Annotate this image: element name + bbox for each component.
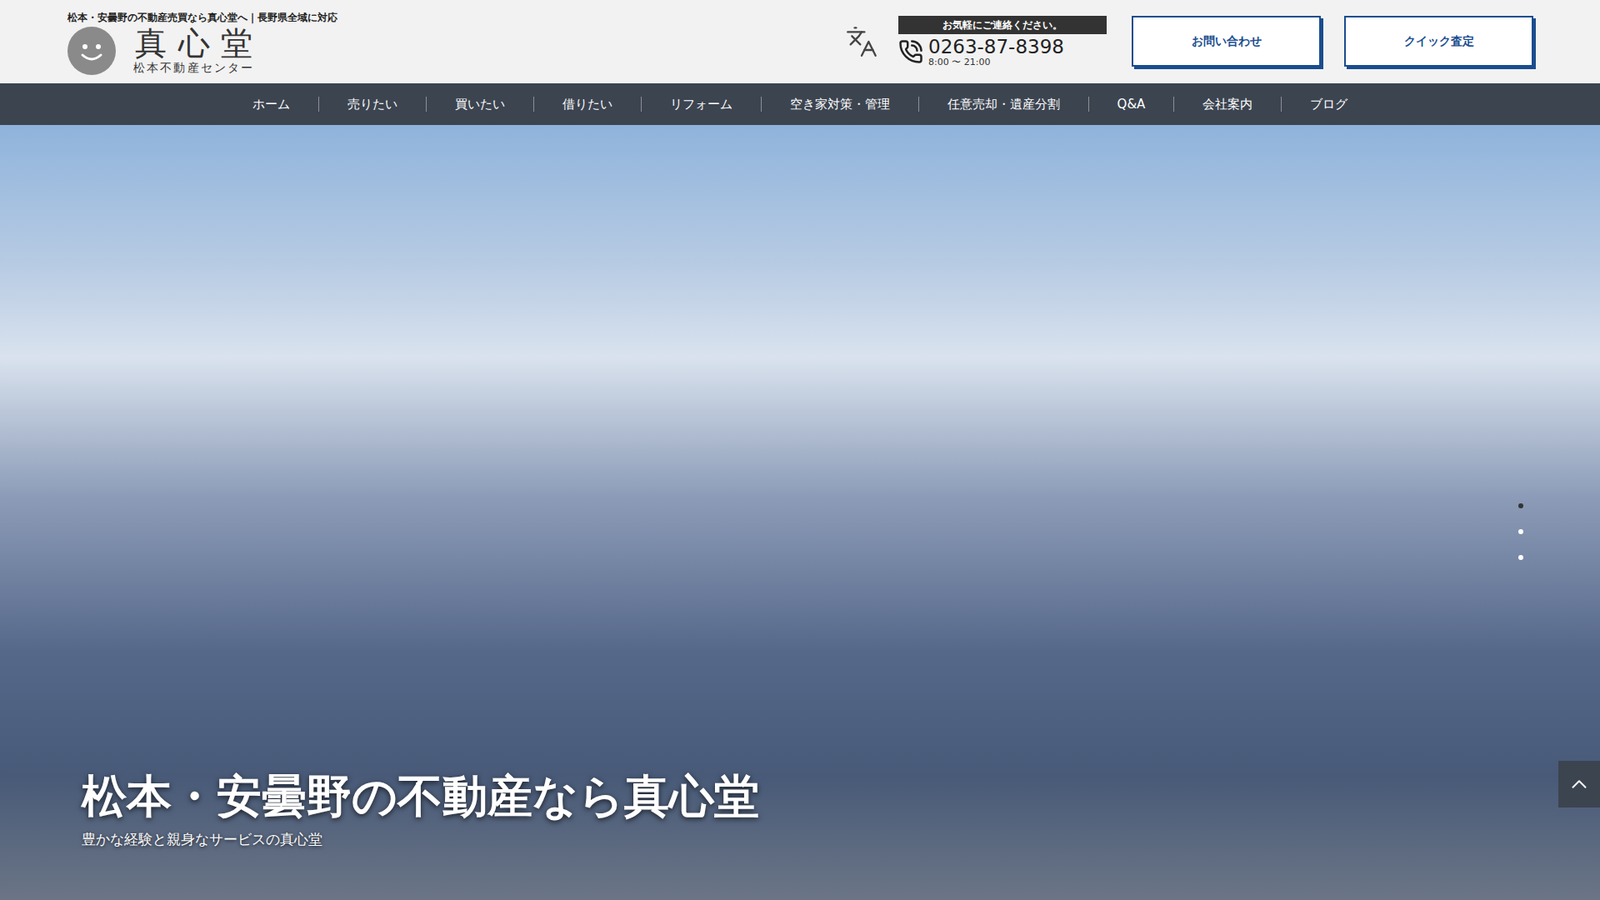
nav-item-wrapper: 買いたい [425,95,534,115]
brand: 松本・安曇野の不動産売買なら真心堂へ｜長野県全域に対応真心堂松本不動産センター [67,8,338,75]
chevron-up-icon [1566,771,1592,797]
nav-separator [1173,96,1175,112]
nav-item[interactable]: 売りたい [319,95,426,115]
slider-dots [1518,503,1524,560]
nav-item-wrapper: 任意売却・遺産分割 [918,95,1089,115]
business-hours: 8:00 〜 21:00 [928,57,1065,68]
nav-item[interactable]: 借りたい [534,95,641,115]
main-nav: ホーム売りたい買いたい借りたいリフォーム空き家対策・管理任意売却・遺産分割Q&A… [0,83,1600,125]
nav-item[interactable]: ホーム [224,95,319,115]
contact-label: お気軽にご連絡ください。 [898,15,1107,35]
slider-dot[interactable] [1518,503,1524,509]
logo-text: 真心堂松本不動産センター [124,27,264,75]
tagline: 松本・安曇野の不動産売買なら真心堂へ｜長野県全域に対応 [67,11,338,24]
nav-item[interactable]: Q&A [1089,95,1175,115]
phone-number: 0263-87-8398 [928,36,1065,58]
header-buttons: お問い合わせクイック査定 [1131,15,1534,67]
nav-item-wrapper: 会社案内 [1173,95,1281,115]
nav-separator [533,96,535,112]
nav-item-wrapper: 売りたい [318,95,426,115]
hero-heading: 松本・安曇野の不動産なら真心堂 [81,770,1600,825]
nav-item-wrapper: 空き家対策・管理 [760,95,919,115]
phone-row[interactable]: 0263-87-83988:00 〜 21:00 [898,36,1107,68]
nav-item-wrapper: ホーム [224,95,319,115]
logo-subtitle: 松本不動産センター [133,60,255,75]
nav-separator [918,96,920,112]
nav-item-wrapper: Q&A [1088,95,1175,115]
nav-separator [425,96,427,112]
nav-item[interactable]: 会社案内 [1174,95,1281,115]
nav-item[interactable]: ブログ [1281,95,1376,115]
phone-text: 0263-87-83988:00 〜 21:00 [928,36,1065,68]
nav-item[interactable]: リフォーム [641,95,761,115]
nav-item-wrapper: 借りたい [533,95,641,115]
nav-separator [1088,96,1090,112]
logo-title: 真心堂 [124,27,264,61]
logo[interactable]: 真心堂松本不動産センター [67,26,338,75]
nav-item[interactable]: 空き家対策・管理 [761,95,919,115]
hero-subheading: 豊かな経験と親身なサービスの真心堂 [81,829,1600,851]
site-header: 松本・安曇野の不動産売買なら真心堂へ｜長野県全域に対応真心堂松本不動産センター お… [0,0,1600,84]
smiley-logo-icon [67,26,116,75]
phone-icon [898,39,924,65]
nav-item-wrapper: リフォーム [640,95,761,115]
slider-dot[interactable] [1518,555,1524,560]
hero: 松本・安曇野の不動産なら真心堂豊かな経験と親身なサービスの真心堂 [0,125,1600,900]
nav-separator [1280,96,1282,112]
header-right: お気軽にご連絡ください。0263-87-83988:00 〜 21:00 お問い合… [845,15,1534,68]
header-button[interactable]: クイック査定 [1344,15,1534,67]
page: 松本・安曇野の不動産売買なら真心堂へ｜長野県全域に対応真心堂松本不動産センター お… [0,0,1600,900]
nav-separator [318,96,320,112]
translate-icon[interactable] [845,25,879,59]
slider-dot[interactable] [1518,529,1524,535]
nav-item-wrapper: ブログ [1280,95,1376,115]
header-button[interactable]: お問い合わせ [1131,15,1321,67]
nav-separator [640,96,642,112]
nav-item[interactable]: 任意売却・遺産分割 [919,95,1089,115]
nav-item[interactable]: 買いたい [426,95,534,115]
contact-block: お気軽にご連絡ください。0263-87-83988:00 〜 21:00 [898,15,1107,68]
nav-separator [760,96,762,112]
back-to-top-button[interactable] [1558,760,1600,808]
